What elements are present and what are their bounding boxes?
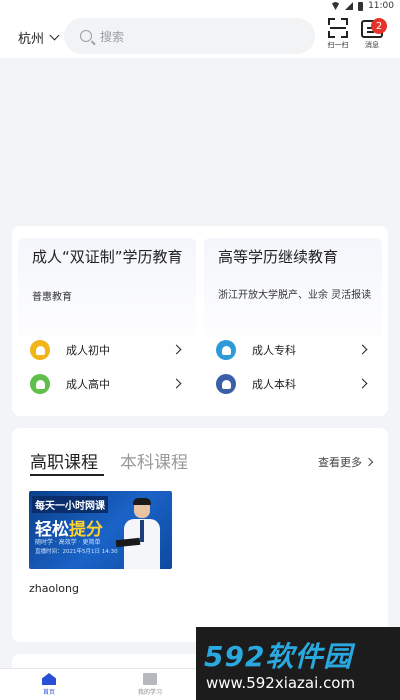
list-item-bachelor[interactable]: 成人本科 — [216, 372, 374, 396]
list-item-label: 成人高中 — [66, 378, 110, 391]
view-more-label: 查看更多 — [318, 456, 362, 469]
tab-underline — [30, 474, 104, 476]
search-bar[interactable]: 搜索 — [64, 18, 315, 54]
city-label: 杭州 — [18, 32, 45, 47]
nav-label-home: 首页 — [42, 689, 55, 696]
city-selector[interactable]: 杭州 — [18, 28, 60, 47]
book-icon — [143, 673, 157, 685]
message-icon: 2 — [361, 18, 387, 38]
list-item-senior-high[interactable]: 成人高中 — [30, 372, 188, 396]
book-icon — [216, 340, 236, 360]
scan-icon — [328, 18, 348, 38]
list-item-label: 成人专科 — [252, 344, 296, 357]
course-title[interactable]: zhaolong — [29, 582, 79, 595]
watermark-url: www.592xiazai.com — [206, 674, 356, 692]
home-icon — [42, 673, 56, 685]
chevron-right-icon — [171, 378, 182, 389]
student-icon — [30, 340, 50, 360]
banner-line-2: 直播时间：2021年5月1日 14:30 — [35, 549, 118, 555]
panel-subtitle: 浙江开放大学脱产、业余 灵活报读 — [218, 290, 372, 301]
battery-icon — [358, 1, 364, 11]
list-item-associate[interactable]: 成人专科 — [216, 338, 374, 362]
list-item-label: 成人本科 — [252, 378, 296, 391]
nav-item-study[interactable]: 我的学习 — [130, 673, 170, 696]
top-header: 杭州 搜索 扫一扫 2 消息 — [0, 14, 400, 58]
panel-title: 高等学历继续教育 — [218, 248, 339, 266]
person-icon — [30, 374, 50, 394]
scan-label: 扫一扫 — [327, 41, 349, 49]
chevron-right-icon — [171, 344, 182, 355]
panel-higher-education[interactable]: 高等学历继续教育 浙江开放大学脱产、业余 灵活报读 成人专科 成人本科 — [204, 238, 382, 408]
scan-button[interactable]: 扫一扫 — [324, 18, 352, 50]
status-time: 11:00 — [368, 1, 394, 11]
education-card: 成人“双证制”学历教育 普惠教育 成人初中 成人高中 高等学历继续教育 浙江开放… — [12, 226, 388, 416]
watermark-brand: 592软件园 — [204, 640, 353, 673]
chevron-right-icon — [357, 378, 368, 389]
search-placeholder: 搜索 — [100, 29, 125, 44]
message-button[interactable]: 2 消息 — [358, 18, 387, 50]
search-icon — [80, 30, 92, 42]
list-item-junior-high[interactable]: 成人初中 — [30, 338, 188, 362]
tab-vocational-courses[interactable]: 高职课程 — [30, 448, 98, 473]
list-item-label: 成人初中 — [66, 344, 110, 357]
course-banner[interactable]: 每天一小时网课 轻松提分 随时学 · 高效学 · 更简单 直播时间：2021年5… — [29, 491, 172, 569]
chevron-right-icon — [357, 344, 368, 355]
status-bar: 11:00 — [0, 0, 400, 14]
panel-subtitle: 普惠教育 — [32, 292, 72, 303]
course-card: 高职课程 本科课程 查看更多 每天一小时网课 轻松提分 随时学 · 高效学 · … — [12, 428, 388, 642]
tab-undergraduate-courses[interactable]: 本科课程 — [120, 448, 188, 473]
message-label: 消息 — [365, 41, 379, 49]
graduate-icon — [216, 374, 236, 394]
nav-item-home[interactable]: 首页 — [29, 673, 69, 696]
nav-label-study: 我的学习 — [137, 689, 162, 696]
chevron-down-icon — [49, 30, 60, 41]
panel-dual-certificate[interactable]: 成人“双证制”学历教育 普惠教育 成人初中 成人高中 — [18, 238, 196, 408]
banner-line-1: 随时学 · 高效学 · 更简单 — [35, 539, 101, 546]
signal-icon — [345, 2, 354, 10]
message-badge: 2 — [371, 18, 387, 34]
view-more-link[interactable]: 查看更多 — [318, 454, 374, 470]
chevron-right-icon — [364, 457, 374, 467]
panel-title: 成人“双证制”学历教育 — [32, 248, 183, 266]
banner-tag: 每天一小时网课 — [32, 496, 108, 513]
wifi-icon — [331, 2, 341, 10]
watermark-logo: 592软件园 www.592xiazai.com — [196, 627, 400, 700]
teacher-illustration — [115, 498, 162, 569]
